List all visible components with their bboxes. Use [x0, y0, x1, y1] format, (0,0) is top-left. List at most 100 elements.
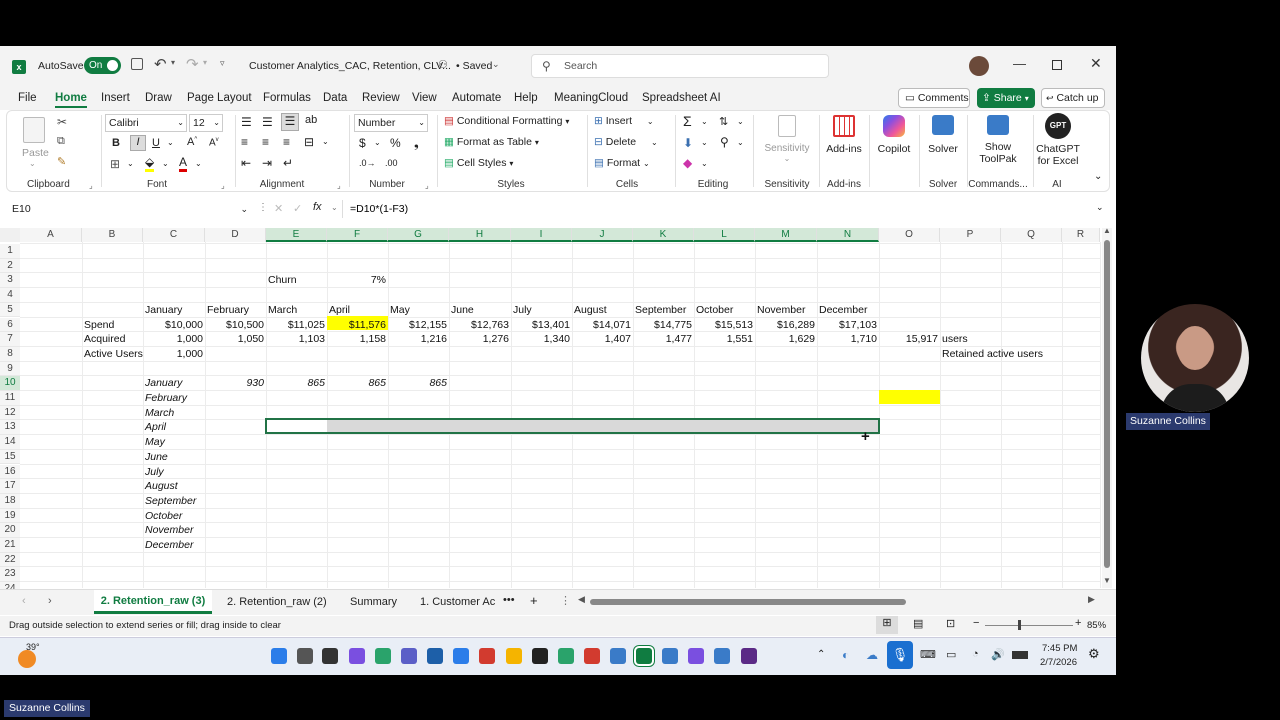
- taskbar-app-icon[interactable]: [688, 648, 704, 664]
- retention-value[interactable]: 865: [329, 376, 386, 390]
- wrap-text-icon[interactable]: ↵: [283, 156, 293, 170]
- taskbar-app-icon[interactable]: [584, 648, 600, 664]
- copy-icon[interactable]: ⧉: [57, 135, 65, 148]
- solver-button[interactable]: Solver: [923, 115, 963, 155]
- comma-icon[interactable]: ❟: [414, 136, 419, 151]
- cohort-month-label[interactable]: January: [145, 376, 182, 390]
- acquired-value[interactable]: 1,103: [268, 332, 325, 346]
- horizontal-scroll-thumb[interactable]: [590, 599, 906, 605]
- fill-dropdown-icon[interactable]: ⌄: [701, 138, 708, 147]
- taskbar-app-icon[interactable]: [349, 648, 365, 664]
- wifi-icon[interactable]: ◔: [972, 648, 979, 660]
- minimize-icon[interactable]: —: [1013, 56, 1026, 71]
- cohort-month-label[interactable]: May: [145, 435, 165, 449]
- tray-app-icon[interactable]: ◐: [842, 648, 849, 662]
- sort-filter-icon[interactable]: ⇅: [719, 115, 728, 128]
- vertical-scrollbar[interactable]: ▲ ▼: [1102, 226, 1112, 588]
- cohort-month-label[interactable]: September: [145, 494, 196, 508]
- conditional-formatting-button[interactable]: ▤ Conditional Formatting ▾: [444, 115, 569, 127]
- italic-icon[interactable]: I: [130, 135, 146, 151]
- horizontal-scrollbar[interactable]: ◀ ▶: [578, 594, 1098, 608]
- font-size-select[interactable]: 12 ⌄: [189, 114, 223, 132]
- insert-cells-button[interactable]: ⊞ Insert ⌄: [594, 115, 654, 127]
- undo-icon[interactable]: ↶: [154, 55, 167, 73]
- spend-value[interactable]: $16,289: [757, 318, 815, 332]
- underline-icon[interactable]: U: [152, 137, 160, 149]
- taskbar-app-icon[interactable]: [297, 648, 313, 664]
- row-header-20[interactable]: 20: [0, 523, 20, 538]
- row-header-14[interactable]: 14: [0, 435, 20, 450]
- sensitivity-button[interactable]: Sensitivity ⌄: [759, 115, 815, 171]
- name-box[interactable]: E10 ⌄: [6, 200, 252, 218]
- active-users-label[interactable]: Active Users: [84, 347, 143, 361]
- number-format-select[interactable]: Number ⌄: [354, 114, 428, 132]
- cell-styles-button[interactable]: ▤ Cell Styles ▾: [444, 157, 513, 169]
- cohort-month-label[interactable]: July: [145, 465, 164, 479]
- align-bottom-icon[interactable]: ☰: [281, 113, 299, 131]
- row-header-19[interactable]: 19: [0, 508, 20, 524]
- addins-button[interactable]: Add-ins: [823, 115, 865, 155]
- sheet-tab-active[interactable]: 2. Retention_raw (3): [94, 590, 212, 614]
- restore-icon[interactable]: [1052, 60, 1062, 70]
- spend-value[interactable]: $17,103: [819, 318, 877, 332]
- microphone-icon[interactable]: 🎙: [887, 641, 913, 669]
- undo-dropdown-icon[interactable]: ▾: [171, 58, 175, 67]
- notification-icon[interactable]: ⚙: [1088, 646, 1100, 662]
- redo-icon[interactable]: ↷: [186, 55, 199, 73]
- acquired-total[interactable]: 15,917: [881, 332, 938, 346]
- taskbar-app-icon[interactable]: [662, 648, 678, 664]
- align-top-icon[interactable]: ☰: [241, 115, 252, 129]
- font-color-icon[interactable]: A: [179, 155, 188, 172]
- display-icon[interactable]: ▭: [946, 648, 956, 661]
- retention-value[interactable]: 865: [268, 376, 325, 390]
- acquired-value[interactable]: 1,216: [390, 332, 447, 346]
- format-cells-button[interactable]: ▤ Format ⌄: [594, 157, 650, 169]
- comments-button[interactable]: ▭ Comments: [898, 88, 970, 108]
- acquired-value[interactable]: 1,340: [513, 332, 570, 346]
- decrease-font-icon[interactable]: Av: [209, 137, 219, 148]
- cohort-month-label[interactable]: March: [145, 406, 174, 420]
- weather-icon[interactable]: [18, 650, 36, 668]
- fill-color-icon[interactable]: ⬙: [145, 155, 155, 172]
- row-header-16[interactable]: 16: [0, 464, 20, 480]
- column-header-k[interactable]: K: [633, 228, 694, 242]
- column-header-p[interactable]: P: [940, 228, 1001, 242]
- active-users-jan[interactable]: 1,000: [145, 347, 203, 361]
- acquired-value[interactable]: 1,407: [574, 332, 631, 346]
- expand-formula-icon[interactable]: ⌄: [1096, 202, 1104, 213]
- spend-value[interactable]: $12,763: [451, 318, 509, 332]
- row-header-2[interactable]: 2: [0, 258, 20, 274]
- normal-view-icon[interactable]: ⊞: [876, 616, 898, 634]
- spend-label[interactable]: Spend: [84, 318, 141, 332]
- cohort-month-label[interactable]: June: [145, 450, 168, 464]
- acquired-label[interactable]: Acquired: [84, 332, 141, 346]
- cohort-month-label[interactable]: August: [145, 479, 178, 493]
- autosave-toggle[interactable]: On: [84, 57, 121, 74]
- borders-icon[interactable]: ⊞: [110, 157, 120, 171]
- column-header-m[interactable]: M: [755, 228, 817, 242]
- share-button[interactable]: ⇪ Share ▾: [977, 88, 1035, 108]
- tab-automate[interactable]: Automate: [452, 92, 501, 104]
- find-select-dropdown-icon[interactable]: ⌄: [737, 138, 744, 147]
- cohort-month-label[interactable]: November: [145, 523, 193, 537]
- paste-dropdown-icon[interactable]: ⌄: [29, 159, 36, 168]
- sheet-tab[interactable]: 2. Retention_raw (2): [227, 596, 327, 608]
- taskbar-app-icon[interactable]: [322, 648, 338, 664]
- row-header-17[interactable]: 17: [0, 479, 20, 494]
- tab-spreadsheet-ai[interactable]: Spreadsheet AI: [642, 92, 721, 104]
- month-header[interactable]: June: [451, 303, 474, 317]
- select-all-corner[interactable]: [0, 228, 20, 242]
- taskbar-app-icon[interactable]: [636, 648, 652, 664]
- acquired-value[interactable]: 1,000: [145, 332, 203, 346]
- format-painter-icon[interactable]: ✎: [57, 155, 66, 168]
- row-header-13[interactable]: 13: [0, 420, 20, 436]
- tab-review[interactable]: Review: [362, 92, 400, 104]
- tray-overflow-icon[interactable]: ⌃: [817, 649, 825, 660]
- row-header-5[interactable]: 5: [0, 302, 20, 318]
- column-header-i[interactable]: I: [511, 228, 572, 242]
- row-header-12[interactable]: 12: [0, 405, 20, 421]
- acquired-value[interactable]: 1,050: [207, 332, 264, 346]
- scroll-up-icon[interactable]: ▲: [1103, 226, 1111, 235]
- scroll-left-icon[interactable]: ◀: [578, 594, 585, 605]
- redo-dropdown-icon[interactable]: ▾: [203, 58, 207, 67]
